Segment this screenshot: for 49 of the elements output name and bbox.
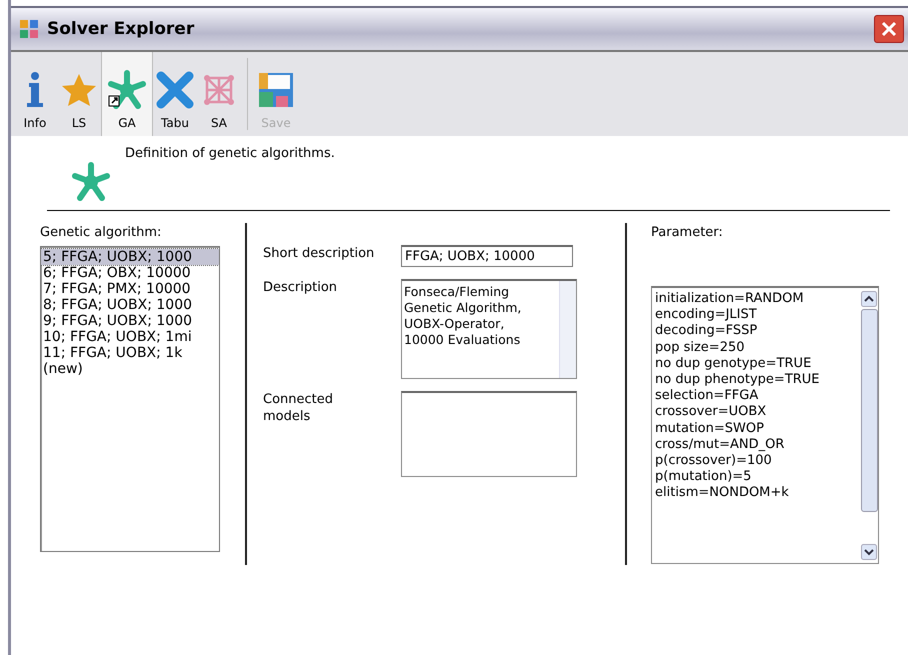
- header-description: Definition of genetic algorithms.: [125, 146, 335, 163]
- list-item[interactable]: 7; FFGA; PMX; 10000: [41, 281, 219, 297]
- short-description-field[interactable]: FFGA; UOBX; 10000: [401, 245, 573, 267]
- field-label: Description: [263, 279, 338, 297]
- list-item[interactable]: 10; FFGA; UOBX; 1mi: [41, 329, 219, 345]
- connected-models-field[interactable]: [401, 391, 577, 477]
- list-label: Parameter:: [651, 225, 724, 240]
- list-label: Genetic algorithm:: [40, 225, 162, 240]
- parameter-item[interactable]: p(crossover)=100: [655, 453, 860, 470]
- parameter-item[interactable]: selection=FFGA: [655, 388, 860, 404]
- list-item[interactable]: 5; FFGA; UOBX; 1000: [41, 249, 219, 265]
- scrollbar[interactable]: [559, 281, 576, 378]
- field-label: Short description: [263, 245, 376, 263]
- list-item[interactable]: (new): [41, 361, 219, 377]
- field-label: Connected models: [263, 391, 334, 426]
- splat-icon: [71, 162, 111, 202]
- scroll-up-icon[interactable]: [861, 291, 877, 307]
- close-icon: [879, 19, 899, 39]
- list-item[interactable]: 11; FFGA; UOBX; 1k: [41, 345, 219, 361]
- parameter-item[interactable]: encoding=JLIST: [655, 307, 860, 324]
- app-icon: [19, 19, 39, 39]
- scrollbar[interactable]: [860, 288, 878, 563]
- list-item[interactable]: 9; FFGA; UOBX; 1000: [41, 313, 219, 329]
- cross-icon: [155, 70, 195, 110]
- parameter-item[interactable]: p(mutation)=5: [655, 469, 860, 486]
- toolbar-button[interactable]: Info: [13, 52, 57, 136]
- window-title: Solver Explorer: [47, 19, 196, 39]
- save-icon: [256, 70, 296, 110]
- parameter-item[interactable]: decoding=FSSP: [655, 323, 860, 340]
- parameter-item[interactable]: pop size=250: [655, 340, 860, 356]
- algorithm-list[interactable]: 5; FFGA; UOBX; 1000 6; FFGA; OBX; 10000 7; FFGA; PMX; 10000 8; FFGA; UOBX; 1000 9; FFGA; UOBX; 1000 10; FFGA; UOBX; 1mi 11; FFGA; UOBX; 1k (new): [40, 246, 220, 552]
- list-item[interactable]: 8; FFGA; UOBX; 1000: [41, 297, 219, 313]
- toolbar-button[interactable]: Tabu: [153, 52, 197, 136]
- scroll-down-icon[interactable]: [861, 544, 877, 560]
- parameter-item[interactable]: no dup phenotype=TRUE: [655, 372, 860, 388]
- toolbar-button[interactable]: GA: [101, 52, 153, 136]
- parameter-item[interactable]: mutation=SWOP: [655, 420, 860, 437]
- description-field[interactable]: Fonseca/Fleming Genetic Algorithm, UOBX-Operator, 10000 Evaluations: [401, 279, 577, 379]
- list-item[interactable]: 6; FFGA; OBX; 10000: [41, 265, 219, 281]
- close-button[interactable]: [874, 15, 904, 43]
- parameter-item[interactable]: elitism=NONDOM+k: [655, 485, 860, 502]
- toolbar-button[interactable]: SA: [197, 52, 241, 136]
- parameter-item[interactable]: initialization=RANDOM: [655, 291, 860, 308]
- parameter-list[interactable]: [651, 286, 879, 564]
- parameter-item[interactable]: no dup genotype=TRUE: [655, 356, 860, 372]
- toolbar-button[interactable]: LS: [57, 52, 101, 136]
- parameter-item[interactable]: cross/mut=AND_OR: [655, 436, 860, 454]
- splat-icon: [107, 70, 147, 110]
- parameter-item[interactable]: crossover=UOBX: [655, 404, 860, 421]
